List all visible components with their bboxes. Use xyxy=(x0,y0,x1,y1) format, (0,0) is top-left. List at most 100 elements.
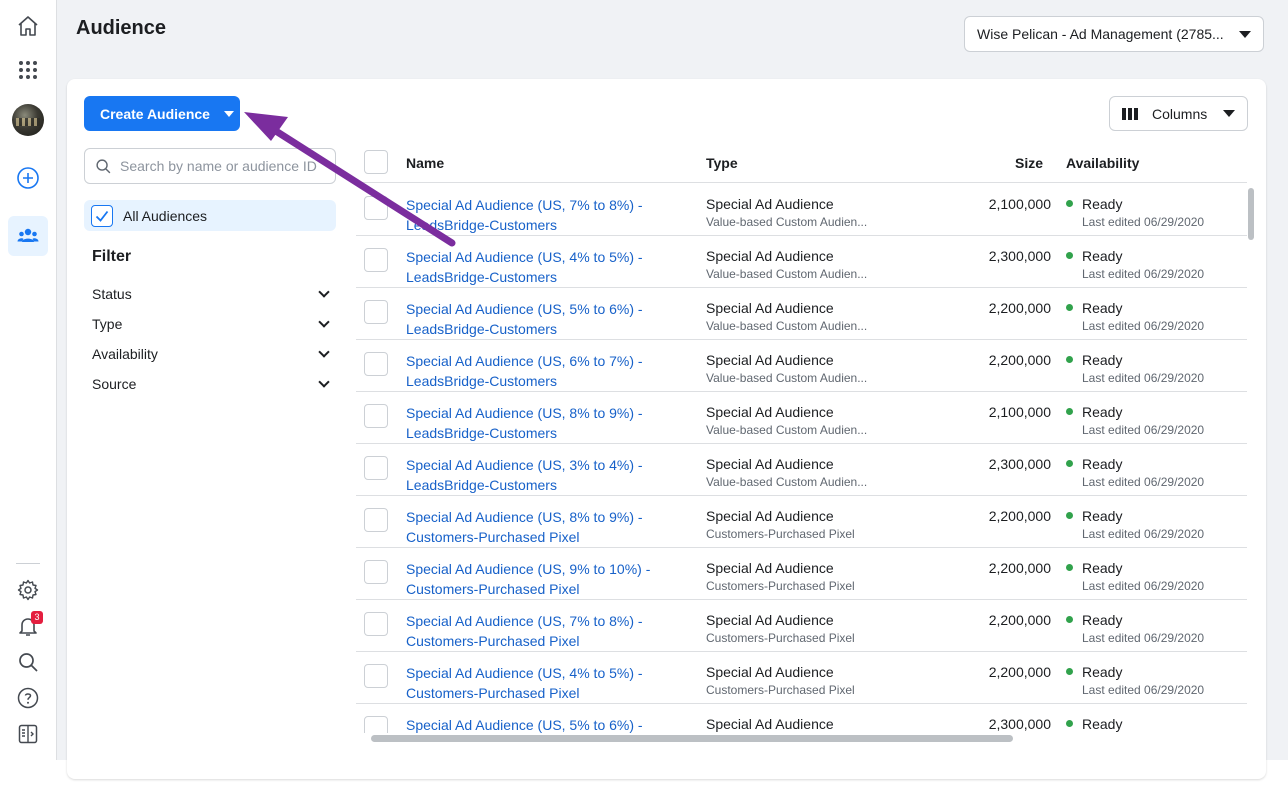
subtype-label: Customers-Purchased Pixel xyxy=(706,631,855,645)
table-row[interactable]: Special Ad Audience (US, 6% to 7%) - Lea… xyxy=(356,340,1247,392)
audience-size: 2,200,000 xyxy=(988,560,1051,576)
create-audience-button[interactable]: Create Audience xyxy=(84,96,240,131)
audience-search[interactable] xyxy=(84,148,336,184)
audience-name-link[interactable]: Special Ad Audience (US, 5% to 6%) - xyxy=(406,715,686,733)
vertical-scrollbar[interactable] xyxy=(1248,188,1254,240)
availability-cell: Ready Last edited 06/29/2020 xyxy=(1066,456,1236,489)
row-checkbox[interactable] xyxy=(364,664,388,688)
table-row[interactable]: Special Ad Audience (US, 5% to 6%) - Lea… xyxy=(356,288,1247,340)
last-edited-label: Last edited 06/29/2020 xyxy=(1082,527,1205,541)
table-row[interactable]: Special Ad Audience (US, 4% to 5%) - Cus… xyxy=(356,652,1247,704)
caret-down-icon xyxy=(223,110,234,117)
settings-icon[interactable] xyxy=(8,570,48,610)
status-label: Ready xyxy=(1082,716,1123,732)
columns-button[interactable]: Columns xyxy=(1109,96,1248,131)
filter-availability[interactable]: Availability xyxy=(92,344,332,364)
status-dot-icon xyxy=(1066,408,1073,415)
header-size[interactable]: Size xyxy=(1015,155,1043,171)
audience-name-link[interactable]: Special Ad Audience (US, 4% to 5%) - Cus… xyxy=(406,663,686,703)
audience-name-link[interactable]: Special Ad Audience (US, 4% to 5%) - Lea… xyxy=(406,247,686,287)
filter-title: Filter xyxy=(92,248,132,265)
table-row[interactable]: Special Ad Audience (US, 7% to 8%) - Cus… xyxy=(356,600,1247,652)
search-icon[interactable] xyxy=(8,642,48,682)
header-availability[interactable]: Availability xyxy=(1066,155,1139,171)
all-audiences-option[interactable]: All Audiences xyxy=(84,200,336,231)
chevron-down-icon xyxy=(318,316,330,328)
select-all-checkbox[interactable] xyxy=(364,150,388,174)
filter-type[interactable]: Type xyxy=(92,314,332,334)
type-label: Special Ad Audience xyxy=(706,300,834,316)
availability-cell: Ready Last edited 06/29/2020 xyxy=(1066,612,1236,645)
audience-size: 2,200,000 xyxy=(988,300,1051,316)
status-dot-icon xyxy=(1066,668,1073,675)
subtype-label: Value-based Custom Audien... xyxy=(706,215,868,229)
audience-name-link[interactable]: Special Ad Audience (US, 3% to 4%) - Lea… xyxy=(406,455,686,495)
subtype-label: Value-based Custom Audien... xyxy=(706,475,868,489)
row-checkbox[interactable] xyxy=(364,248,388,272)
audience-type: Special Ad Audience Value-based Custom Au… xyxy=(706,248,876,281)
last-edited-label: Last edited 06/29/2020 xyxy=(1082,579,1205,593)
table-row[interactable]: Special Ad Audience (US, 8% to 9%) - Lea… xyxy=(356,392,1247,444)
panel-toggle-icon[interactable] xyxy=(8,714,48,754)
audiences-icon[interactable] xyxy=(8,216,48,256)
audience-type: Special Ad Audience Value-based Custom Au… xyxy=(706,300,876,333)
subtype-label: Customers-Purchased Pixel xyxy=(706,579,855,593)
audience-name-link[interactable]: Special Ad Audience (US, 7% to 8%) - Cus… xyxy=(406,611,686,651)
search-icon xyxy=(96,158,111,173)
status-dot-icon xyxy=(1066,252,1073,259)
audience-card: Create Audience Columns All Audiences Fi… xyxy=(67,79,1266,779)
row-checkbox[interactable] xyxy=(364,300,388,324)
status-label: Ready xyxy=(1082,560,1123,576)
audience-name-link[interactable]: Special Ad Audience (US, 6% to 7%) - Lea… xyxy=(406,351,686,391)
row-checkbox[interactable] xyxy=(364,508,388,532)
audience-type: Special Ad Audience Value-based Custom Au… xyxy=(706,196,876,229)
filter-source[interactable]: Source xyxy=(92,374,332,394)
type-label: Special Ad Audience xyxy=(706,352,834,368)
search-input[interactable] xyxy=(120,158,320,174)
status-label: Ready xyxy=(1082,196,1123,212)
ad-account-select[interactable]: Wise Pelican - Ad Management (2785... xyxy=(964,16,1264,52)
chevron-down-icon xyxy=(318,376,330,388)
audience-name-link[interactable]: Special Ad Audience (US, 7% to 8%) - Lea… xyxy=(406,195,686,235)
row-checkbox[interactable] xyxy=(364,196,388,220)
checkbox-checked[interactable] xyxy=(91,204,113,227)
audience-type: Special Ad Audience Value-based Custom Au… xyxy=(706,404,876,437)
status-dot-icon xyxy=(1066,356,1073,363)
header-name[interactable]: Name xyxy=(406,155,444,171)
table-row[interactable]: Special Ad Audience (US, 3% to 4%) - Lea… xyxy=(356,444,1247,496)
row-checkbox[interactable] xyxy=(364,352,388,376)
audience-size: 2,300,000 xyxy=(988,716,1051,732)
table-row[interactable]: Special Ad Audience (US, 8% to 9%) - Cus… xyxy=(356,496,1247,548)
row-checkbox[interactable] xyxy=(364,404,388,428)
avatar[interactable] xyxy=(12,104,44,136)
horizontal-scrollbar[interactable] xyxy=(371,735,1013,742)
status-dot-icon xyxy=(1066,460,1073,467)
row-checkbox[interactable] xyxy=(364,560,388,584)
table-row[interactable]: Special Ad Audience (US, 7% to 8%) - Lea… xyxy=(356,184,1247,236)
apps-grid-icon[interactable] xyxy=(8,50,48,90)
table-row[interactable]: Special Ad Audience (US, 4% to 5%) - Lea… xyxy=(356,236,1247,288)
status-label: Ready xyxy=(1082,508,1123,524)
row-checkbox[interactable] xyxy=(364,456,388,480)
availability-cell: Ready Last edited 06/29/2020 xyxy=(1066,560,1236,593)
row-checkbox[interactable] xyxy=(364,716,388,733)
home-icon[interactable] xyxy=(8,6,48,46)
audience-name-link[interactable]: Special Ad Audience (US, 5% to 6%) - Lea… xyxy=(406,299,686,339)
audience-name-link[interactable]: Special Ad Audience (US, 9% to 10%) - Cu… xyxy=(406,559,686,599)
table-row[interactable]: Special Ad Audience (US, 9% to 10%) - Cu… xyxy=(356,548,1247,600)
filter-status[interactable]: Status xyxy=(92,284,332,304)
row-checkbox[interactable] xyxy=(364,612,388,636)
rail-divider xyxy=(16,563,40,564)
add-icon[interactable] xyxy=(8,158,48,198)
audience-size: 2,100,000 xyxy=(988,196,1051,212)
audience-table: Name Type Size Availability Special Ad A… xyxy=(356,143,1247,733)
last-edited-label: Last edited 06/29/2020 xyxy=(1082,267,1205,281)
audience-name-link[interactable]: Special Ad Audience (US, 8% to 9%) - Lea… xyxy=(406,403,686,443)
all-audiences-label: All Audiences xyxy=(123,207,208,224)
help-icon[interactable] xyxy=(8,678,48,718)
audience-name-link[interactable]: Special Ad Audience (US, 8% to 9%) - Cus… xyxy=(406,507,686,547)
audience-size: 2,200,000 xyxy=(988,664,1051,680)
header-type[interactable]: Type xyxy=(706,155,738,171)
last-edited-label: Last edited 06/29/2020 xyxy=(1082,215,1205,229)
table-row[interactable]: Special Ad Audience (US, 5% to 6%) - Spec… xyxy=(356,704,1247,733)
